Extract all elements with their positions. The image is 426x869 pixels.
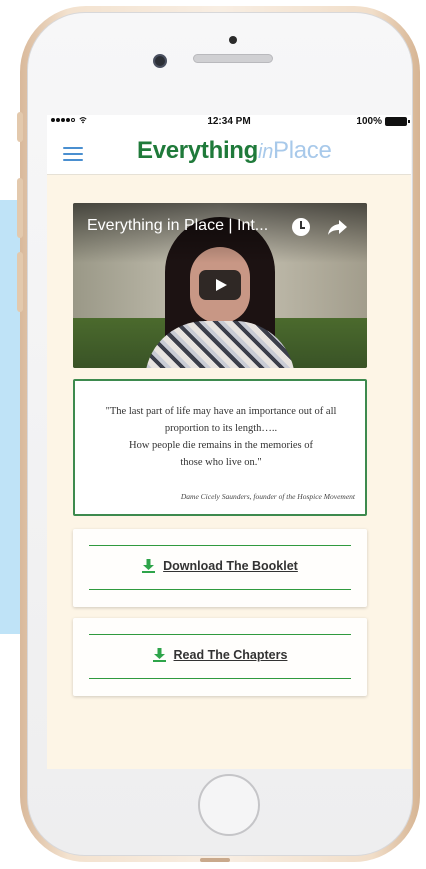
card-divider (89, 589, 351, 590)
logo-everything: Everything (137, 137, 259, 164)
share-arrow-icon[interactable] (326, 216, 348, 238)
menu-bar (63, 159, 83, 161)
home-button[interactable] (198, 774, 260, 836)
volume-up-button (17, 178, 23, 238)
card-divider (89, 678, 351, 679)
quote-line: those who live on." (180, 457, 262, 468)
card-divider (89, 545, 351, 546)
video-title[interactable]: Everything in Place | Int... (87, 217, 268, 235)
logo-in: in (258, 141, 274, 163)
app-logo[interactable]: EverythinginPlace (137, 137, 332, 165)
video-player[interactable]: Everything in Place | Int... (73, 203, 367, 368)
quote-text: "The last part of life may have an impor… (87, 403, 355, 471)
front-camera (153, 54, 167, 68)
battery-status: 100% (356, 116, 410, 127)
read-chapters-link[interactable]: Read The Chapters (73, 645, 367, 665)
page: 12:34 PM 100% EverythinginPlace Everythi… (0, 0, 426, 869)
battery-percent: 100% (356, 116, 382, 127)
clock-icon[interactable] (292, 218, 310, 236)
proximity-sensor (229, 36, 237, 44)
quote-line: proportion to its length….. (164, 423, 278, 434)
download-booklet-label: Download The Booklet (163, 559, 298, 573)
earpiece-speaker (193, 54, 273, 63)
download-booklet-link[interactable]: Download The Booklet (73, 556, 367, 576)
play-icon[interactable] (199, 270, 241, 300)
app-header: EverythinginPlace (47, 129, 411, 175)
read-chapters-label: Read The Chapters (173, 648, 288, 662)
battery-icon (385, 117, 410, 126)
download-arrow-icon (152, 648, 166, 662)
menu-bar (63, 153, 83, 155)
download-booklet-card: Download The Booklet (73, 529, 367, 607)
download-arrow-icon (142, 559, 156, 573)
menu-bar (63, 147, 83, 149)
hamburger-menu-icon[interactable] (63, 147, 83, 161)
quote-box: "The last part of life may have an impor… (73, 379, 367, 516)
logo-place: Place (273, 137, 332, 164)
phone-bottom-edge (200, 858, 230, 862)
read-chapters-card: Read The Chapters (73, 618, 367, 696)
quote-attribution: Dame Cicely Saunders, founder of the Hos… (180, 492, 355, 501)
mute-switch (17, 112, 23, 142)
phone-screen: 12:34 PM 100% EverythinginPlace Everythi… (47, 115, 411, 769)
card-divider (89, 634, 351, 635)
quote-line: How people die remains in the memories o… (129, 440, 313, 451)
quote-line: "The last part of life may have an impor… (105, 406, 337, 417)
volume-down-button (17, 252, 23, 312)
status-bar: 12:34 PM 100% (47, 115, 411, 129)
